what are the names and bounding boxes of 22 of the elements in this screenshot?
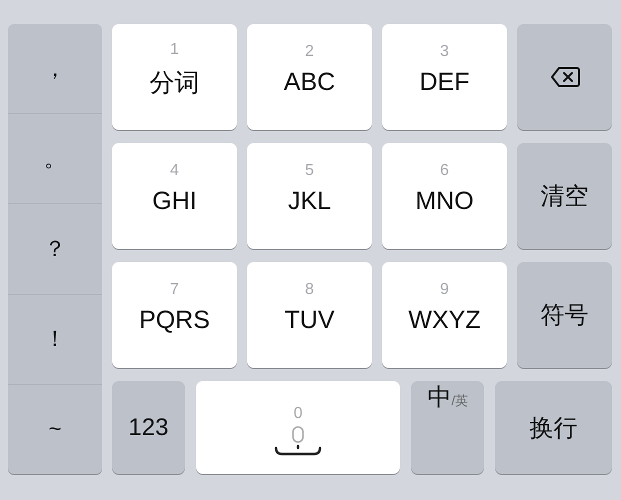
- letter-key[interactable]: 5 JKL: [247, 143, 372, 249]
- letter-key[interactable]: 6 MNO: [382, 143, 507, 249]
- letter-key[interactable]: 1 分词: [112, 24, 237, 130]
- punctuation-key[interactable]: ，: [8, 24, 102, 114]
- key-digit: 0: [294, 406, 303, 422]
- letter-key[interactable]: 7 PQRS: [112, 262, 237, 368]
- letter-key[interactable]: 9 WXYZ: [382, 262, 507, 368]
- punctuation-key[interactable]: ！: [8, 294, 102, 385]
- punctuation-key[interactable]: ~: [8, 384, 102, 474]
- letter-key[interactable]: 4 GHI: [112, 143, 237, 249]
- function-key[interactable]: 换行: [495, 381, 612, 474]
- letter-key[interactable]: 8 TUV: [247, 262, 372, 368]
- letter-key[interactable]: 3 DEF: [382, 24, 507, 130]
- function-key[interactable]: 123: [112, 381, 185, 474]
- letter-key[interactable]: 2 ABC: [247, 24, 372, 130]
- language-toggle-key[interactable]: 中/英: [411, 381, 484, 474]
- backspace-key[interactable]: [517, 24, 612, 130]
- punctuation-key[interactable]: ？: [8, 204, 102, 295]
- backspace-icon: [550, 66, 580, 88]
- punctuation-key[interactable]: 。: [8, 114, 102, 204]
- function-key[interactable]: 清空: [517, 143, 612, 249]
- function-key[interactable]: 符号: [517, 262, 612, 368]
